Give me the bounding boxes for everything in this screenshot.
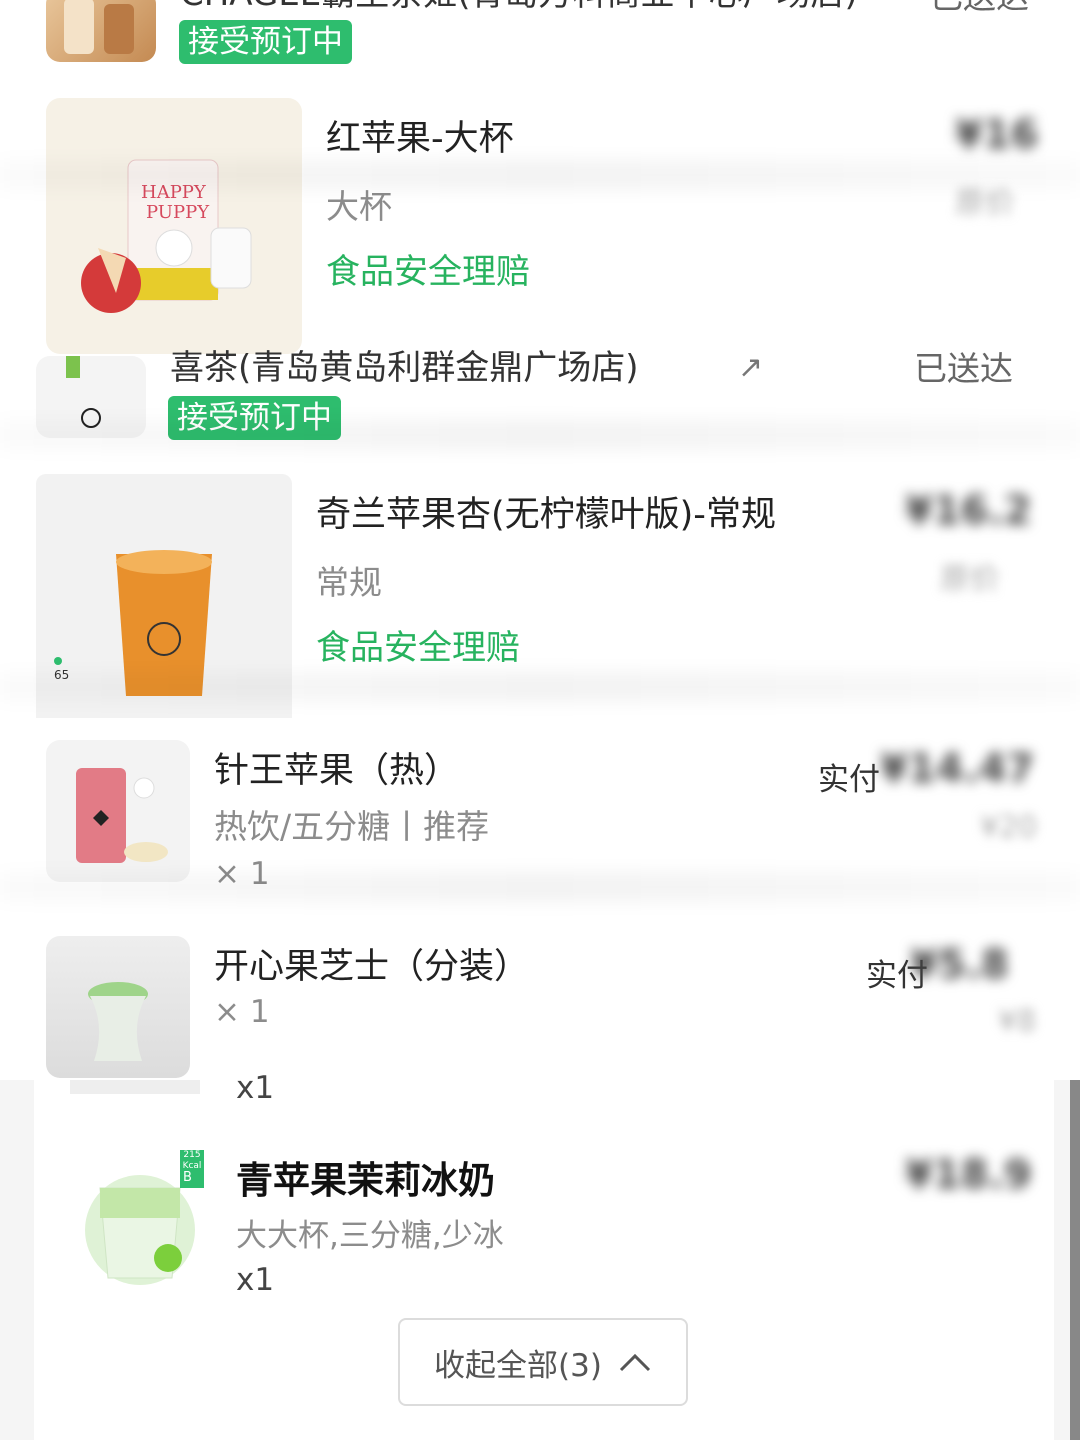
original-price-blurred: 原价 [940, 562, 1000, 597]
watermark-band [0, 160, 1080, 190]
svg-text:PUPPY: PUPPY [146, 202, 210, 223]
price-blurred: ¥16 [955, 112, 1039, 158]
food-safety-claim[interactable]: 食品安全理赔 [326, 244, 530, 293]
food-safety-claim[interactable]: 食品安全理赔 [316, 620, 520, 669]
product-name[interactable]: 奇兰苹果杏(无柠檬叶版)-常规 [316, 486, 776, 537]
original-price-blurred: ¥20 [980, 810, 1038, 845]
chevron-right-icon[interactable]: ↗ [738, 350, 763, 385]
nutrition-grade: B [183, 1170, 192, 1185]
price-blurred: ¥16.2 [905, 488, 1032, 534]
tea-cup-icon [64, 0, 134, 54]
product-thumbnail[interactable] [46, 740, 190, 882]
pistachio-cheese-image [88, 982, 148, 1061]
prev-item-quantity: x1 [236, 1070, 275, 1106]
price-blurred: ¥14.47 [880, 746, 1035, 792]
original-price-blurred: ¥8 [998, 1004, 1037, 1039]
calorie-text: 215 Kcal [182, 1150, 202, 1171]
store-name[interactable]: CHAGEE霸王茶姬(青岛万科商业中心广场店) [180, 0, 858, 15]
product-name[interactable]: 红苹果-大杯 [326, 110, 514, 161]
watermark-band [0, 420, 1080, 450]
product-thumbnail[interactable]: HAPPY PUPPY [46, 98, 302, 354]
product-name[interactable]: 针王苹果（热） [214, 742, 459, 793]
product-spec: 大大杯,三分糖,少冰 [236, 1218, 504, 1254]
paid-label: 实付 [818, 762, 880, 798]
apple-drink-image: HAPPY PUPPY [81, 159, 252, 313]
product-name[interactable]: 开心果芝士（分装） [214, 938, 529, 989]
product-name[interactable]: 青苹果茉莉冰奶 [236, 1150, 495, 1204]
watermark-band [0, 872, 1080, 902]
price-blurred: ¥18.9 [905, 1152, 1032, 1198]
product-thumbnail[interactable] [46, 936, 190, 1078]
product-spec: 热饮/五分糖丨推荐 [214, 807, 490, 846]
hot-apple-tea-image [76, 768, 168, 863]
collapse-all-button[interactable]: 收起全部(3) [398, 1318, 688, 1406]
product-quantity: x1 [236, 1262, 275, 1298]
order-status: 已送达 [930, 0, 1029, 18]
store-name[interactable]: 喜茶(青岛黄岛利群金鼎广场店) [170, 340, 639, 389]
scrollbar[interactable] [1070, 1080, 1080, 1440]
product-thumbnail[interactable] [46, 0, 156, 62]
product-spec: 常规 [316, 563, 382, 602]
reservation-badge: 接受预订中 [179, 20, 352, 64]
collapse-label: 收起全部(3) [434, 1347, 602, 1384]
prev-thumbnail-edge [70, 1080, 200, 1094]
order-status: 已送达 [914, 349, 1013, 388]
price-blurred: ¥5.8 [910, 942, 1009, 988]
chevron-up-icon [619, 1353, 651, 1372]
watermark-band [0, 672, 1080, 702]
product-quantity: × 1 [214, 994, 270, 1030]
